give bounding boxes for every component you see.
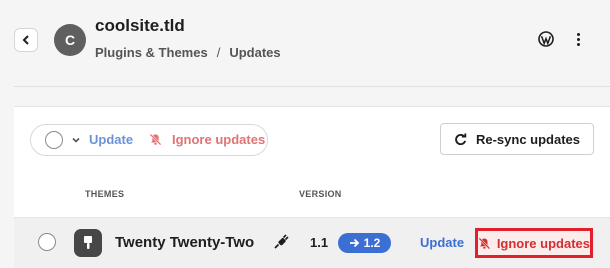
bell-off-icon: [149, 133, 162, 146]
row-checkbox[interactable]: [38, 233, 56, 251]
kebab-menu-icon[interactable]: [570, 29, 586, 49]
row-ignore-label: Ignore updates: [496, 235, 590, 251]
theme-name: Twenty Twenty-Two: [115, 234, 255, 251]
bulk-update-button[interactable]: Update: [89, 132, 133, 147]
refresh-icon: [455, 132, 467, 145]
select-all-checkbox[interactable]: [45, 131, 63, 149]
chevron-down-icon[interactable]: [71, 135, 81, 145]
breadcrumb-parent[interactable]: Plugins & Themes: [95, 45, 208, 60]
wordpress-icon[interactable]: [538, 31, 554, 47]
row-update-button[interactable]: Update: [420, 235, 464, 250]
breadcrumb-current: Updates: [229, 45, 281, 60]
chevron-left-icon: [22, 35, 29, 45]
updates-panel: Update Ignore updates Re-sync updates TH…: [14, 106, 610, 268]
bulk-ignore-label: Ignore updates: [172, 132, 266, 147]
current-version: 1.1: [310, 235, 329, 250]
column-header-version: VERSION: [299, 189, 342, 199]
row-ignore-updates-button[interactable]: Ignore updates: [475, 228, 593, 258]
column-header-themes: THEMES: [85, 189, 125, 199]
arrow-right-icon: [349, 238, 359, 248]
header-divider: [14, 86, 610, 87]
table-row: Twenty Twenty-Two 1.1 1.2 Update Ignore …: [14, 217, 610, 268]
resync-label: Re-sync updates: [475, 131, 581, 147]
breadcrumb: Plugins & Themes / Updates: [95, 45, 281, 60]
site-header: C coolsite.tld Plugins & Themes / Updates: [0, 0, 610, 86]
breadcrumb-separator: /: [216, 45, 221, 60]
new-version-label: 1.2: [363, 236, 381, 250]
plug-icon: [274, 234, 289, 249]
back-button[interactable]: [14, 28, 38, 52]
theme-icon: [74, 229, 102, 257]
bulk-actions-bar: Update Ignore updates: [30, 124, 268, 156]
resync-updates-button[interactable]: Re-sync updates: [440, 123, 594, 155]
site-avatar: C: [54, 24, 86, 56]
site-title: coolsite.tld: [95, 16, 185, 35]
paint-brush-icon: [84, 236, 92, 249]
bell-off-icon: [478, 237, 491, 249]
new-version-badge: 1.2: [338, 233, 391, 253]
bulk-ignore-updates-button[interactable]: Ignore updates: [149, 132, 265, 147]
